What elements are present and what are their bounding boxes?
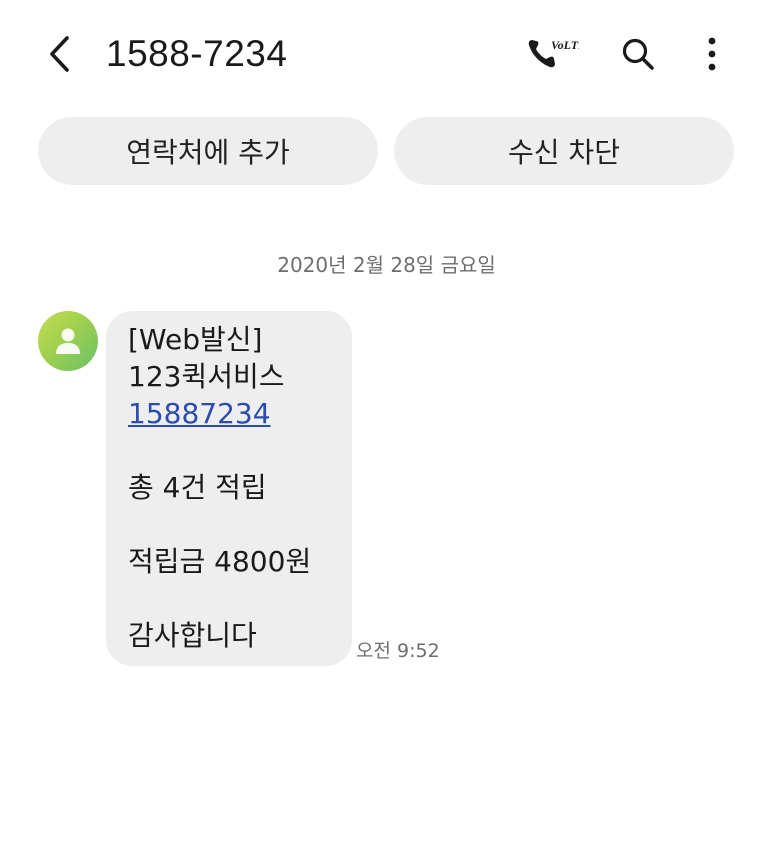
- back-button[interactable]: [36, 30, 84, 78]
- conversation-title: 1588-7234: [106, 33, 288, 74]
- message-timestamp: 오전 9:52: [356, 640, 440, 662]
- block-number-button[interactable]: 수신 차단: [394, 117, 734, 185]
- message-line: 123퀵서비스: [128, 360, 285, 393]
- date-separator: 2020년 2월 28일 금요일: [277, 253, 496, 277]
- line-break: [128, 506, 352, 543]
- add-to-contacts-button[interactable]: 연락처에 추가: [38, 117, 378, 185]
- search-icon: [622, 38, 654, 70]
- phone-number-link[interactable]: 15887234: [128, 395, 352, 432]
- message-line: 총 4건 적립: [128, 471, 267, 504]
- volte-badge: VoLTE: [551, 38, 579, 52]
- message-line: 감사합니다: [128, 619, 257, 652]
- volte-call-icon: VoLTE: [528, 38, 579, 68]
- message-line: [Web발신]: [128, 323, 263, 356]
- search-button[interactable]: [614, 30, 662, 78]
- message-line: 적립금 4800원: [128, 545, 312, 578]
- call-button[interactable]: VoLTE: [522, 30, 580, 78]
- chevron-left-icon: [50, 36, 69, 72]
- more-options-button[interactable]: [690, 30, 734, 78]
- sender-avatar[interactable]: [38, 311, 98, 371]
- person-icon: [56, 328, 80, 354]
- message-bubble[interactable]: [Web발신] 123퀵서비스 15887234 총 4건 적립 적립금 480…: [106, 311, 352, 666]
- line-break: [128, 432, 352, 469]
- app-bar: 1588-7234 VoLTE: [0, 0, 773, 108]
- more-vertical-icon: [708, 37, 716, 71]
- line-break: [128, 580, 352, 617]
